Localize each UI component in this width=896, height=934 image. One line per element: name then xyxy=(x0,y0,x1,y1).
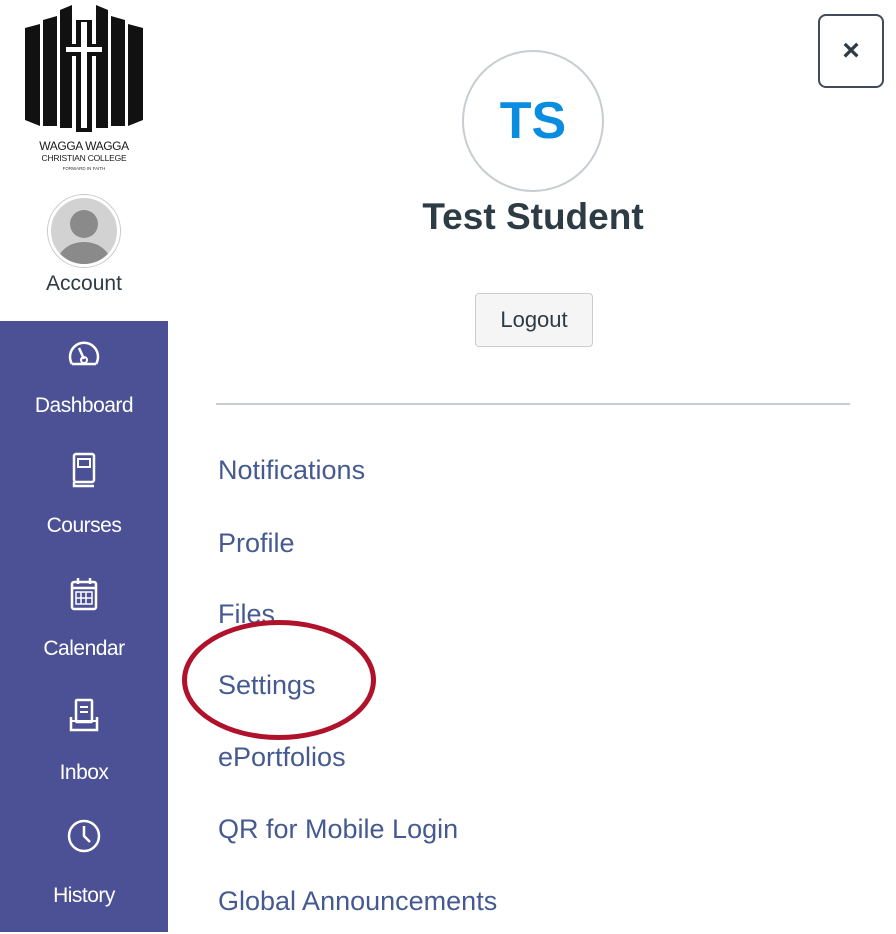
nav-dashboard-label: Dashboard xyxy=(34,394,134,417)
link-profile[interactable]: Profile xyxy=(218,525,295,561)
logout-label: Logout xyxy=(500,307,568,332)
close-icon: × xyxy=(842,34,860,67)
nav-history-label: History xyxy=(53,884,115,907)
nav-calendar-label: Calendar xyxy=(43,637,125,660)
divider xyxy=(216,403,850,405)
link-global-announcements[interactable]: Global Announcements xyxy=(218,883,497,919)
nav-calendar[interactable]: Calendar xyxy=(0,573,168,693)
calendar-icon xyxy=(70,578,98,611)
nav-history[interactable]: History xyxy=(0,814,168,934)
logo-tagline: FORWARD IN FAITH xyxy=(62,166,106,171)
college-logo[interactable]: WAGGA WAGGA CHRISTIAN COLLEGE FORWARD IN… xyxy=(0,0,168,190)
global-navigation: WAGGA WAGGA CHRISTIAN COLLEGE FORWARD IN… xyxy=(0,0,168,932)
settings-highlight-annotation xyxy=(182,620,376,740)
logout-button[interactable]: Logout xyxy=(475,293,593,347)
inbox-icon xyxy=(69,698,99,732)
logo-text-line1: WAGGA WAGGA xyxy=(39,139,129,153)
logo-emblem-icon xyxy=(25,5,143,132)
clock-icon xyxy=(67,819,101,853)
profile-initials: TS xyxy=(499,92,567,150)
link-eportfolios[interactable]: ePortfolios xyxy=(218,739,346,775)
nav-account-label: Account xyxy=(46,272,122,295)
close-button[interactable]: × xyxy=(818,14,884,88)
nav-courses-label: Courses xyxy=(46,514,122,537)
nav-dashboard[interactable]: Dashboard xyxy=(0,328,168,448)
link-notifications[interactable]: Notifications xyxy=(218,452,365,488)
nav-courses[interactable]: Courses xyxy=(0,448,168,568)
profile-avatar: TS xyxy=(462,50,604,192)
user-name: Test Student xyxy=(422,196,644,237)
dashboard-icon xyxy=(68,341,100,366)
nav-account[interactable]: Account xyxy=(0,190,168,321)
nav-inbox-label: Inbox xyxy=(59,761,109,784)
logo-text-line2: CHRISTIAN COLLEGE xyxy=(41,153,127,163)
account-avatar-icon xyxy=(48,195,120,267)
link-qr-mobile-login[interactable]: QR for Mobile Login xyxy=(218,811,458,847)
nav-inbox[interactable]: Inbox xyxy=(0,693,168,813)
courses-icon xyxy=(72,452,96,488)
